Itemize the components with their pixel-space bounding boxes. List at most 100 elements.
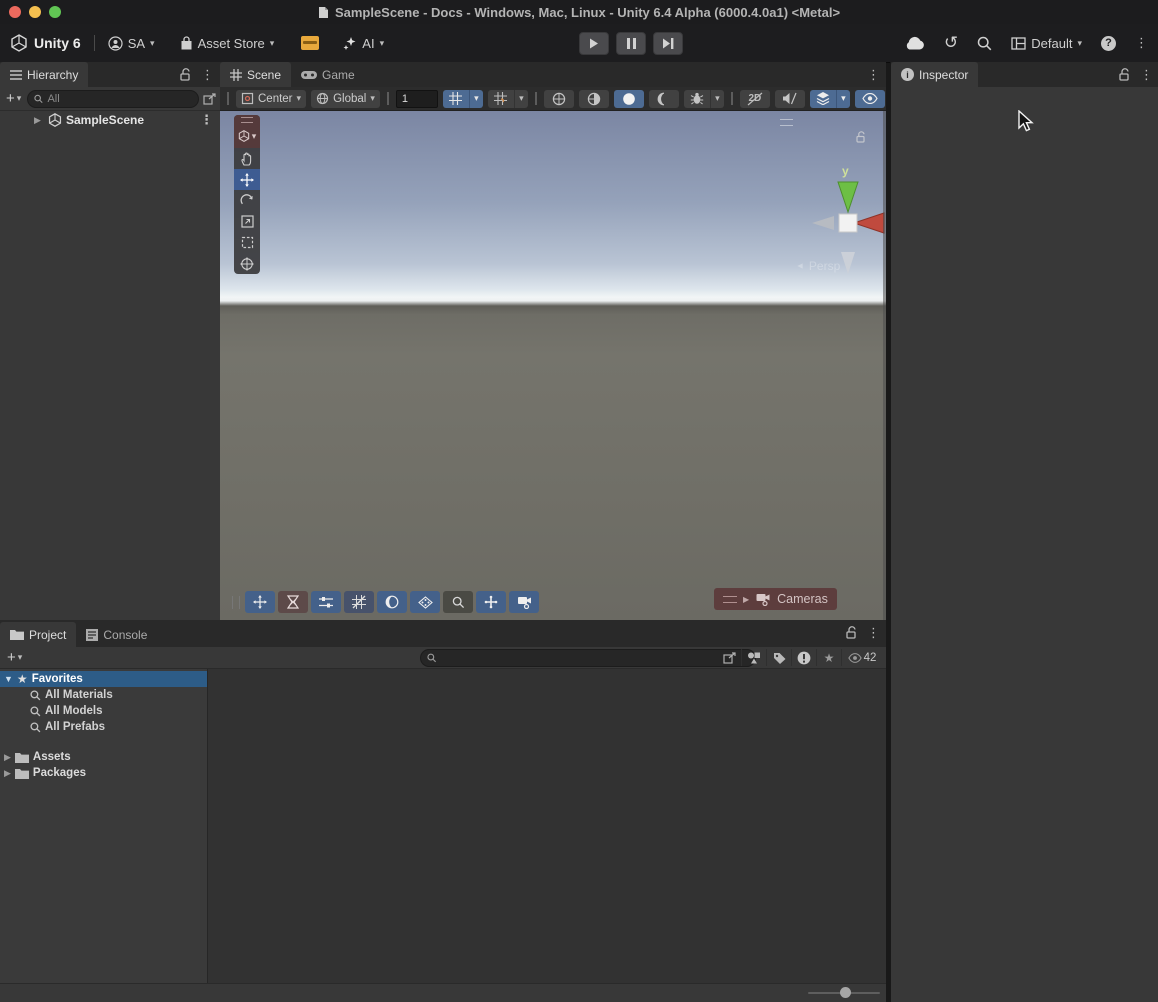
tree-item-assets[interactable]: ▶ Assets bbox=[0, 749, 207, 765]
grid-snap-value-field[interactable] bbox=[396, 90, 438, 108]
tab-scene[interactable]: Scene bbox=[220, 62, 291, 87]
tree-item-favorites[interactable]: ▼ ★ Favorites bbox=[0, 671, 207, 687]
panel-menu-icon[interactable]: ⋮ bbox=[1140, 67, 1153, 83]
projection-label[interactable]: ▼ Persp bbox=[796, 259, 840, 273]
filter-by-type-button[interactable] bbox=[741, 649, 766, 666]
rect-tool-button[interactable] bbox=[234, 232, 260, 253]
search-icon[interactable] bbox=[977, 36, 992, 51]
effects-dropdown[interactable]: ▾ bbox=[836, 90, 850, 108]
tab-game[interactable]: Game bbox=[291, 62, 365, 87]
panel-menu-icon[interactable]: ⋮ bbox=[867, 67, 880, 83]
ai-menu[interactable]: AI ▾ bbox=[342, 36, 384, 51]
create-object-button[interactable]: + ▾ bbox=[4, 90, 23, 107]
scene-visibility-toggle[interactable] bbox=[855, 90, 885, 108]
lighting-toggle[interactable] bbox=[614, 90, 644, 108]
project-search[interactable] bbox=[420, 649, 756, 667]
filter-by-label-button[interactable] bbox=[766, 649, 791, 666]
zoom-window-button[interactable] bbox=[49, 6, 61, 18]
hierarchy-item-samplescene[interactable]: ▶ SampleScene ⋮ bbox=[0, 111, 220, 129]
effects-toggle[interactable] bbox=[810, 90, 836, 108]
pause-button[interactable] bbox=[616, 32, 646, 55]
move-tool-button[interactable] bbox=[234, 169, 260, 190]
debug-draw-mode-toggle[interactable] bbox=[684, 90, 710, 108]
scene-viewport[interactable]: ▾ bbox=[220, 111, 886, 620]
hierarchy-search-input[interactable] bbox=[47, 93, 192, 105]
close-window-button[interactable] bbox=[9, 6, 21, 18]
panel-menu-icon[interactable]: ⋮ bbox=[201, 67, 214, 83]
drag-handle[interactable] bbox=[232, 596, 240, 609]
thumbnail-zoom-slider[interactable] bbox=[808, 992, 880, 994]
play-button[interactable] bbox=[579, 32, 609, 55]
slider-knob[interactable] bbox=[840, 987, 851, 998]
overlay-shading-button[interactable] bbox=[377, 591, 407, 613]
grid-snapping-dropdown[interactable]: ▾ bbox=[469, 90, 483, 108]
axis-left-cone[interactable] bbox=[812, 216, 834, 230]
tab-inspector[interactable]: i Inspector bbox=[891, 62, 978, 87]
toolbar-more-menu[interactable]: ⋮ bbox=[1135, 35, 1148, 51]
step-button[interactable] bbox=[653, 32, 683, 55]
overlay-drag-handle[interactable] bbox=[234, 115, 260, 124]
tree-item-all-materials[interactable]: All Materials bbox=[0, 687, 207, 703]
cloud-services-icon[interactable] bbox=[904, 36, 925, 50]
shading-wireframe-toggle[interactable] bbox=[544, 90, 574, 108]
undo-history-icon[interactable]: ↺ bbox=[944, 33, 958, 53]
grid-snapping-toggle[interactable] bbox=[443, 90, 469, 108]
drag-handle[interactable] bbox=[731, 92, 733, 105]
tab-hierarchy[interactable]: Hierarchy bbox=[0, 62, 88, 87]
lock-icon[interactable] bbox=[846, 626, 857, 639]
grid-visibility-toggle[interactable] bbox=[488, 90, 514, 108]
pick-object-icon[interactable] bbox=[203, 93, 216, 105]
cameras-overlay[interactable]: ▶ Cameras bbox=[714, 588, 837, 610]
gizmo-drag-handle[interactable] bbox=[780, 119, 793, 126]
help-button[interactable]: ? bbox=[1101, 36, 1116, 51]
pivot-mode-dropdown[interactable]: Center ▾ bbox=[236, 90, 306, 108]
rotate-tool-button[interactable] bbox=[234, 190, 260, 211]
minimize-window-button[interactable] bbox=[29, 6, 41, 18]
axis-y-cone[interactable] bbox=[838, 182, 858, 212]
overlay-iso-grid-button[interactable] bbox=[410, 591, 440, 613]
overlay-grid-button[interactable] bbox=[344, 591, 374, 613]
drag-handle[interactable] bbox=[535, 92, 537, 105]
disclosure-closed-icon[interactable]: ▶ bbox=[4, 752, 11, 763]
overlay-history-button[interactable] bbox=[278, 591, 308, 613]
expand-icon[interactable]: ▶ bbox=[743, 595, 749, 604]
visible-count-indicator[interactable]: 42 bbox=[841, 649, 882, 666]
panel-menu-icon[interactable]: ⋮ bbox=[867, 625, 880, 641]
shading-shaded-wireframe-toggle[interactable] bbox=[579, 90, 609, 108]
tool-settings-dropdown[interactable]: ▾ bbox=[234, 124, 260, 148]
2d-view-toggle[interactable]: 2D bbox=[740, 90, 770, 108]
lock-icon[interactable] bbox=[1119, 68, 1130, 81]
shadows-toggle[interactable] bbox=[649, 90, 679, 108]
grid-visibility-dropdown[interactable]: ▾ bbox=[514, 90, 528, 108]
overlay-move-button[interactable] bbox=[245, 591, 275, 613]
transform-tool-button[interactable] bbox=[234, 253, 260, 274]
project-search-input[interactable] bbox=[441, 652, 749, 664]
overlay-drag-handle[interactable] bbox=[723, 596, 737, 603]
orientation-mode-dropdown[interactable]: Global ▾ bbox=[311, 90, 380, 108]
disclosure-icon[interactable]: ▶ bbox=[34, 115, 41, 126]
account-menu[interactable]: SA ▾ bbox=[108, 36, 155, 51]
overlay-search-button[interactable] bbox=[443, 591, 473, 613]
view-tool-button[interactable] bbox=[234, 148, 260, 169]
gizmo-lock-icon[interactable] bbox=[856, 131, 866, 143]
tab-console[interactable]: Console bbox=[76, 622, 157, 647]
filter-importance-button[interactable] bbox=[791, 649, 816, 666]
tree-item-packages[interactable]: ▶ Packages bbox=[0, 765, 207, 781]
disclosure-closed-icon[interactable]: ▶ bbox=[4, 768, 11, 779]
package-manager-button[interactable] bbox=[301, 36, 319, 50]
scale-tool-button[interactable] bbox=[234, 211, 260, 232]
project-content-area[interactable] bbox=[208, 669, 886, 983]
create-asset-button[interactable]: + ▾ bbox=[5, 649, 24, 666]
overlay-settings-button[interactable] bbox=[311, 591, 341, 613]
axis-x-cone[interactable] bbox=[854, 213, 884, 233]
hierarchy-search[interactable] bbox=[27, 90, 199, 108]
axis-down-cone[interactable] bbox=[841, 252, 855, 274]
disclosure-open-icon[interactable]: ▼ bbox=[4, 674, 13, 684]
drag-handle[interactable] bbox=[227, 92, 229, 105]
item-menu-icon[interactable]: ⋮ bbox=[200, 112, 213, 128]
gizmo-center-cube[interactable] bbox=[839, 214, 857, 232]
lock-icon[interactable] bbox=[180, 68, 191, 81]
asset-store-menu[interactable]: Asset Store ▾ bbox=[180, 36, 275, 51]
favorites-filter-button[interactable]: ★ bbox=[816, 649, 841, 666]
tree-item-all-prefabs[interactable]: All Prefabs bbox=[0, 719, 207, 735]
